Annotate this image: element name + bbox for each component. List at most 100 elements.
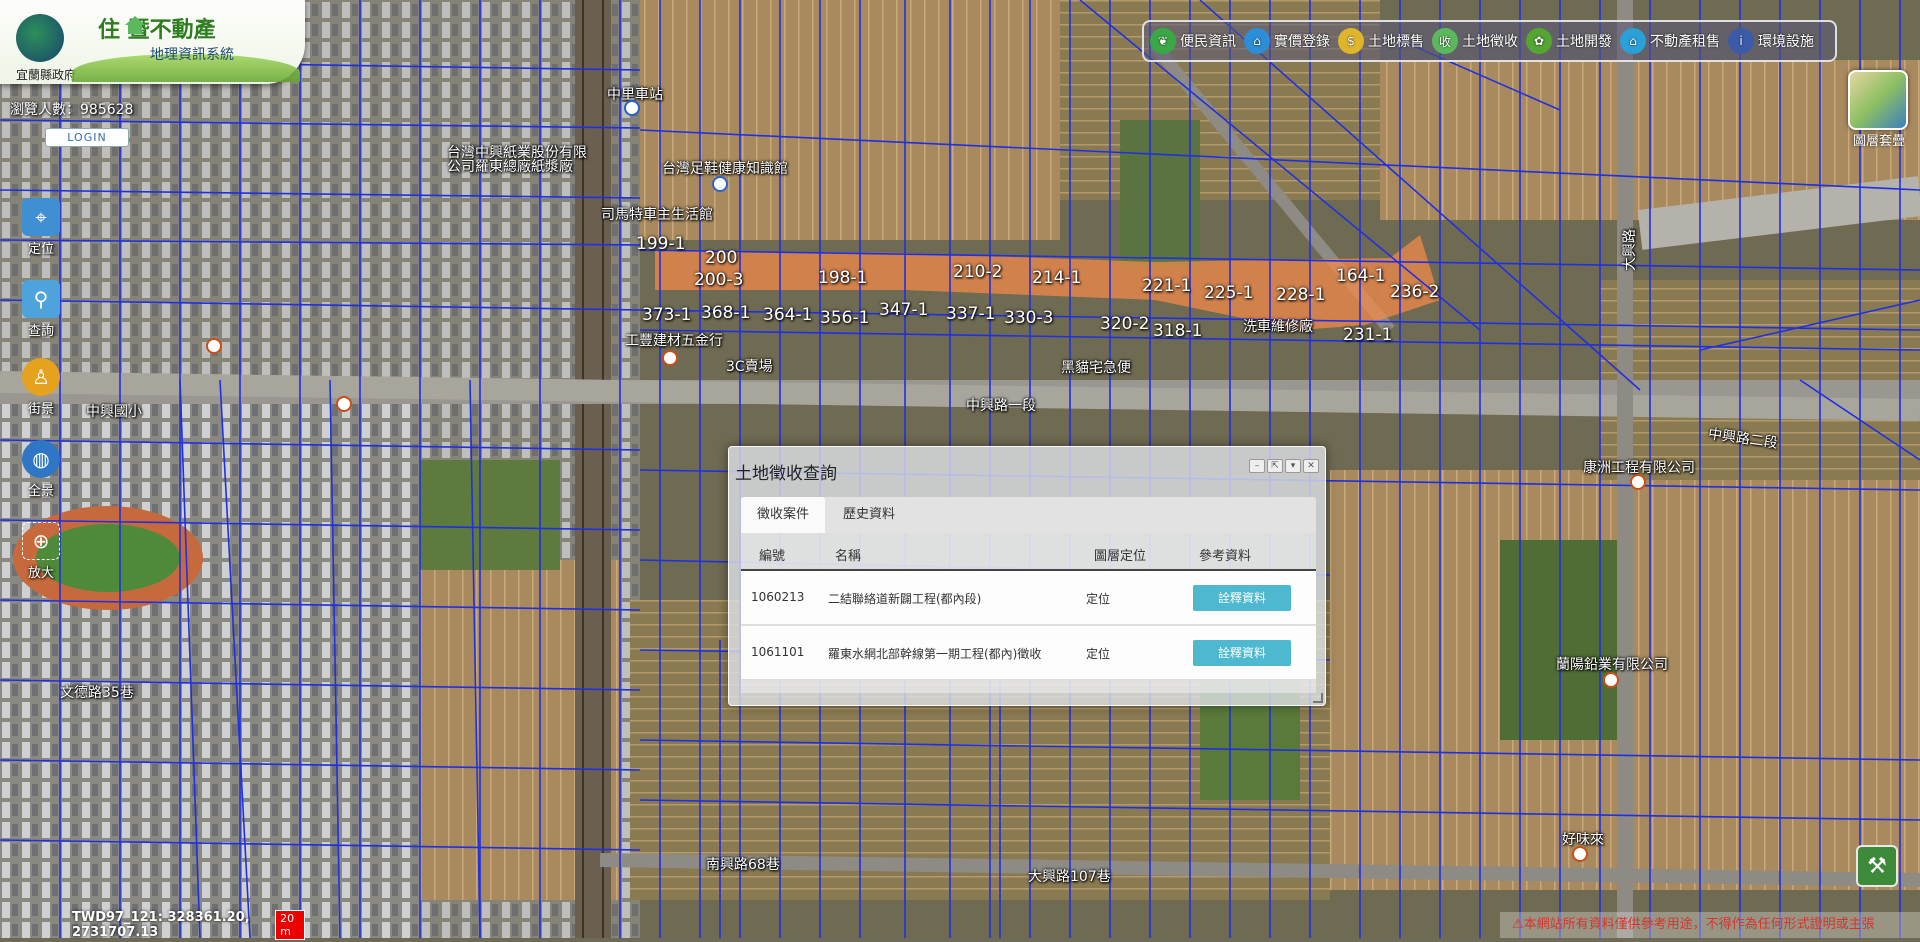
parcel-label: 228-1 <box>1276 285 1326 305</box>
locate-link[interactable]: 定位 <box>1086 590 1110 607</box>
parcel-label: 236-2 <box>1390 282 1440 302</box>
nav-environment-facilities[interactable]: i 環境設施 <box>1728 28 1814 54</box>
parcel-label: 210-2 <box>953 262 1003 282</box>
toolbox-button[interactable]: ⚒ <box>1856 845 1898 887</box>
dialog-title: 土地徵收查詢 <box>735 464 837 484</box>
column-header: 參考資料 <box>1199 549 1252 564</box>
poi-icon[interactable] <box>1603 672 1619 688</box>
metadata-button[interactable]: 詮釋資料 <box>1193 585 1291 611</box>
panorama-tool-button[interactable]: ◍ 全景 <box>18 440 64 499</box>
restaurant-icon[interactable] <box>1572 846 1588 862</box>
tool-label: 定位 <box>27 242 54 257</box>
close-icon[interactable]: ✕ <box>1303 459 1319 473</box>
place-label: 黑貓宅急便 <box>1061 360 1131 376</box>
parcel-label: 221-1 <box>1142 276 1192 296</box>
locate-tool-button[interactable]: ⌖ 定位 <box>18 198 64 257</box>
login-button[interactable]: LOGIN <box>45 128 129 147</box>
price-tag-icon: ⌂ <box>1244 28 1270 54</box>
resize-handle[interactable] <box>1313 693 1323 703</box>
place-label: 3C賣場 <box>726 359 773 375</box>
poi-icon[interactable] <box>662 350 678 366</box>
nav-label: 環境設施 <box>1758 34 1814 50</box>
case-name: 二結聯絡道新闢工程(都內段) <box>828 592 982 606</box>
road-label: 中興路一段 <box>966 398 1036 414</box>
money-bag-icon: $ <box>1338 28 1364 54</box>
popout-icon[interactable]: ⇱ <box>1267 459 1283 473</box>
parcel-label: 330-3 <box>1004 308 1054 328</box>
parcel-label: 231-1 <box>1343 325 1393 345</box>
parcel-label: 200-3 <box>694 270 744 290</box>
zoom-in-tool-button[interactable]: ⊕ 放大 <box>18 522 64 581</box>
minimize-icon[interactable]: – <box>1249 459 1265 473</box>
nav-label: 土地徵收 <box>1462 34 1518 50</box>
place-label: 公司羅東總廠紙漿廠 <box>447 159 573 175</box>
case-id: 1060213 <box>751 590 805 604</box>
road-label: 大興路107巷 <box>1028 869 1111 885</box>
visitor-count: 985628 <box>80 102 134 118</box>
parcel-label: 198-1 <box>818 268 868 288</box>
layer-label: 圖層套疊 <box>1852 134 1905 149</box>
poi-icon[interactable] <box>206 338 222 354</box>
place-label: 台灣足鞋健康知識館 <box>662 161 788 177</box>
nav-land-development[interactable]: ✿ 土地開發 <box>1526 28 1612 54</box>
tab-history[interactable]: 歷史資料 <box>827 497 911 533</box>
site-title: 住 暨不動產 <box>98 18 216 43</box>
info-icon: i <box>1728 28 1754 54</box>
parcel-label: 347-1 <box>879 300 929 320</box>
column-header: 編號 <box>759 549 786 564</box>
parcel-label: 164-1 <box>1336 266 1386 286</box>
globe-icon: ◍ <box>22 440 60 478</box>
county-emblem-icon <box>16 14 64 62</box>
nav-land-sale[interactable]: $ 土地標售 <box>1338 28 1424 54</box>
disclaimer-text: ⚠本網站所有資料僅供參考用途，不得作為任何形式證明或主張 <box>1500 912 1920 938</box>
nav-label: 實價登錄 <box>1274 34 1330 50</box>
parcel-label: 214-1 <box>1032 268 1082 288</box>
parcel-label: 318-1 <box>1153 321 1203 341</box>
tool-label: 街景 <box>27 402 54 417</box>
leaf-icon: ❦ <box>1150 28 1176 54</box>
layers-icon <box>1848 70 1908 130</box>
search-tool-button[interactable]: ⚲ 查詢 <box>18 280 64 339</box>
streetview-tool-button[interactable]: ♙ 街景 <box>18 358 64 417</box>
collapse-icon[interactable]: ▾ <box>1285 459 1301 473</box>
parcel-label: 368-1 <box>701 303 751 323</box>
land-expropriation-dialog[interactable]: 土地徵收查詢 – ⇱ ▾ ✕ 徵收案件 歷史資料 編號 名稱 圖層定位 參考資料… <box>728 446 1326 706</box>
locate-link[interactable]: 定位 <box>1086 645 1110 662</box>
layer-overlay-button[interactable]: 圖層套疊 <box>1848 70 1910 149</box>
house-icon: ⌂ <box>1620 28 1646 54</box>
sprout-icon: ✿ <box>1526 28 1552 54</box>
parcel-label: 373-1 <box>642 305 692 325</box>
parcel-label: 337-1 <box>946 304 996 324</box>
nav-price-registration[interactable]: ⌂ 實價登錄 <box>1244 28 1330 54</box>
nav-label: 便民資訊 <box>1180 34 1236 50</box>
case-id: 1061101 <box>751 645 805 659</box>
cases-table: 編號 名稱 圖層定位 參考資料 1060213 二結聯絡道新闢工程(都內段) 定… <box>741 533 1316 693</box>
table-row: 1060213 二結聯絡道新闢工程(都內段) 定位 詮釋資料 <box>741 571 1316 625</box>
parcel-label: 356-1 <box>820 308 870 328</box>
coordinate-readout: TWD97_121: 328361.20, 2731707.13 <box>72 910 250 940</box>
pegman-icon: ♙ <box>22 358 60 396</box>
top-nav: ❦ 便民資訊 ⌂ 實價登錄 $ 土地標售 收 土地徵收 ✿ 土地開發 ⌂ 不動產… <box>1142 20 1837 62</box>
poi-icon[interactable] <box>1630 474 1646 490</box>
road-label: 大興路 <box>1622 229 1638 271</box>
metadata-button[interactable]: 詮釋資料 <box>1193 640 1291 666</box>
house-icon <box>125 16 145 34</box>
place-label: 蘭陽鉛業有限公司 <box>1556 657 1668 673</box>
nav-civic-info[interactable]: ❦ 便民資訊 <box>1150 28 1236 54</box>
nav-label: 不動產租售 <box>1650 34 1720 50</box>
site-logo[interactable]: 宜蘭縣政府 住 暨不動產 地理資訊系統 <box>0 0 305 84</box>
station-icon[interactable] <box>624 100 640 116</box>
poi-icon[interactable] <box>712 176 728 192</box>
scale-bar: 20 m <box>275 910 305 940</box>
table-header: 編號 名稱 圖層定位 參考資料 <box>741 533 1316 571</box>
parcel-label: 199-1 <box>636 234 686 254</box>
zoom-in-icon: ⊕ <box>22 522 60 560</box>
coordinate-bar: TWD97_121: 328361.20, 2731707.13 20 m <box>0 910 305 940</box>
tab-expropriation-cases[interactable]: 徵收案件 <box>741 497 826 533</box>
poi-icon[interactable] <box>336 396 352 412</box>
nav-land-expropriation[interactable]: 收 土地徵收 <box>1432 28 1518 54</box>
visitor-counter: 瀏覽人數：985628 <box>10 99 133 119</box>
place-label: 工豐建材五金行 <box>625 333 723 349</box>
wrench-icon: ⚒ <box>1867 853 1887 879</box>
nav-real-estate-rental[interactable]: ⌂ 不動產租售 <box>1620 28 1720 54</box>
